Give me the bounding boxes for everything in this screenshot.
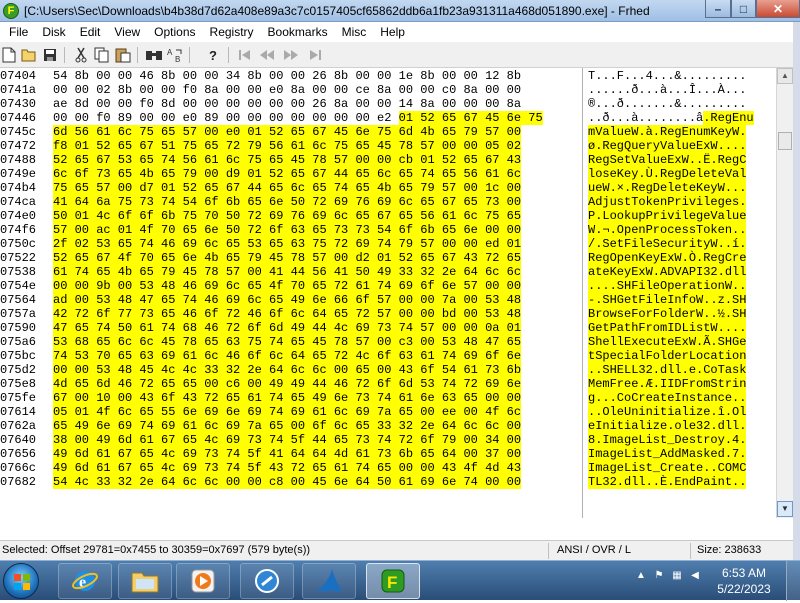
internet-explorer-icon[interactable]: e [58,563,112,599]
title-bar[interactable]: F [C:\Users\Sec\Downloads\b4b38d7d62a408… [0,0,800,22]
first-icon[interactable] [236,46,254,64]
start-button[interactable] [3,563,39,599]
row-offset: 07682 [0,475,37,489]
menu-file[interactable]: File [2,22,35,42]
show-desktop-button[interactable] [786,561,800,601]
frhed-app-icon[interactable]: F [3,3,19,19]
scroll-thumb[interactable] [778,132,792,150]
tray-expand-icon[interactable]: ▲ [634,569,648,583]
status-bar: Selected: Offset 29781=0x7455 to 30359=0… [0,540,793,560]
selection-status: Selected: Offset 29781=0x7455 to 30359=0… [2,544,311,556]
clock-date: 5/22/2023 [717,582,771,596]
menu-options[interactable]: Options [147,22,202,42]
minimize-button[interactable]: – [705,0,731,18]
system-clock[interactable]: 6:53 AM 5/22/2023 [712,565,776,597]
frhed-icon[interactable]: F [366,563,420,599]
app-icon-circle[interactable] [240,563,294,599]
maximize-button[interactable]: □ [731,0,756,18]
menu-disk[interactable]: Disk [35,22,72,42]
last-icon[interactable] [306,46,324,64]
cut-icon[interactable] [72,46,90,64]
window-title: [C:\Users\Sec\Downloads\b4b38d7d62a408e8… [24,4,650,18]
action-center-icon[interactable]: ⚑ [652,569,666,583]
menu-registry[interactable]: Registry [203,22,261,42]
network-icon[interactable]: ▦ [670,569,684,583]
volume-icon[interactable]: ◀ [688,569,702,583]
svg-text:F: F [387,573,397,592]
next-icon[interactable] [282,46,300,64]
clock-time: 6:53 AM [721,566,767,580]
menu-view[interactable]: View [107,22,147,42]
new-icon[interactable] [0,46,18,64]
vertical-scrollbar[interactable]: ▲ ▼ [776,68,793,518]
menu-misc[interactable]: Misc [335,22,374,42]
svg-text:A: A [167,48,173,57]
menu-bookmarks[interactable]: Bookmarks [261,22,335,42]
copy-icon[interactable] [93,46,111,64]
prev-icon[interactable] [258,46,276,64]
file-explorer-icon[interactable] [118,563,172,599]
save-icon[interactable] [41,46,59,64]
menu-bar: File Disk Edit View Options Registry Boo… [0,22,800,42]
system-tray: ▲ ⚑ ▦ ◀ [634,569,702,583]
size-status: Size: 238633 [697,544,762,556]
toolbar: AB ? [0,42,800,68]
hex-row[interactable]: 07682 54 4c 33 32 2e 64 6c 6c 00 00 c8 00… [0,474,776,490]
taskbar: e F ▲ ⚑ ▦ ◀ 6:53 AM 5/22/2023 [0,560,800,601]
hex-editor-view[interactable]: 07404 54 8b 00 00 46 8b 00 00 34 8b 00 00… [0,68,776,518]
paste-icon[interactable] [114,46,132,64]
open-icon[interactable] [20,46,38,64]
replace-icon[interactable]: AB [166,46,184,64]
scroll-up-button[interactable]: ▲ [777,68,793,84]
close-button[interactable]: ✕ [756,0,800,18]
menu-edit[interactable]: Edit [73,22,108,42]
row-ascii[interactable]: TL32.dll..È.EndPaint.. [588,474,747,490]
row-hex-bytes[interactable]: 54 4c 33 32 2e 64 6c 6c 00 00 c8 00 45 6… [53,474,522,490]
scroll-down-button[interactable]: ▼ [777,501,793,517]
svg-text:B: B [175,55,180,63]
mode-status: ANSI / OVR / L [557,544,631,556]
menu-help[interactable]: Help [373,22,412,42]
window-right-edge [793,22,800,560]
help-icon[interactable]: ? [204,46,222,64]
find-icon[interactable] [145,46,163,64]
media-player-icon[interactable] [176,563,230,599]
wireshark-icon[interactable] [302,563,356,599]
